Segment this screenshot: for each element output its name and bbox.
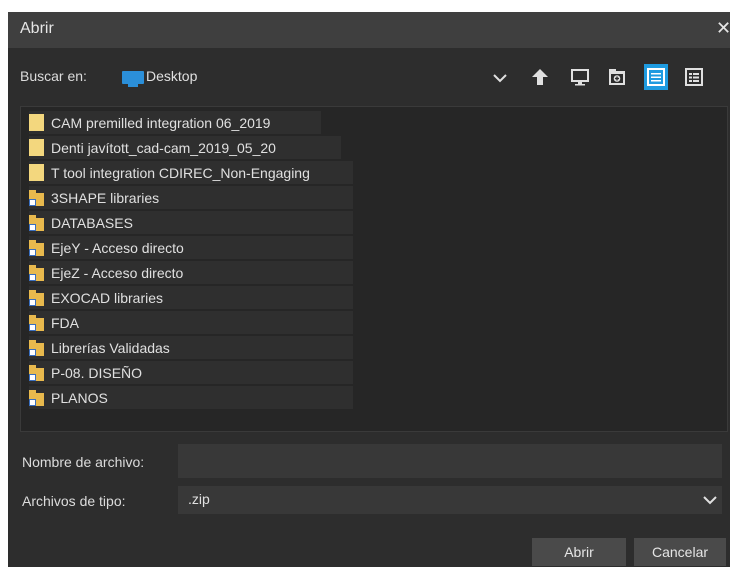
folder-shortcut-icon [29, 289, 45, 306]
list-item[interactable]: PLANOS [29, 386, 353, 409]
folder-shortcut-icon [29, 314, 45, 331]
dialog-title: Abrir [20, 20, 54, 37]
list-item-label: T tool integration CDIREC_Non-Engaging [51, 164, 310, 181]
chevron-down-icon[interactable] [702, 492, 718, 508]
cancel-button[interactable]: Cancelar [634, 538, 726, 566]
list-item-label: DATABASES [51, 214, 133, 231]
list-item[interactable]: CAM premilled integration 06_2019 [29, 111, 321, 134]
folder-shortcut-icon [29, 264, 45, 281]
list-item-label: CAM premilled integration 06_2019 [51, 114, 271, 131]
filename-input[interactable] [178, 444, 722, 478]
close-icon[interactable]: ✕ [716, 18, 730, 38]
folder-shortcut-icon [29, 189, 45, 206]
list-item-label: PLANOS [51, 389, 108, 406]
folder-icon [29, 139, 45, 156]
list-item[interactable]: EjeY - Acceso directo [29, 236, 353, 259]
list-item[interactable]: DATABASES [29, 211, 353, 234]
list-item[interactable]: EXOCAD libraries [29, 286, 353, 309]
list-item-label: EjeY - Acceso directo [51, 239, 184, 256]
folder-shortcut-icon [29, 339, 45, 356]
list-item-label: EXOCAD libraries [51, 289, 164, 306]
folder-shortcut-icon [29, 364, 45, 381]
folder-shortcut-icon [29, 389, 45, 406]
list-item[interactable]: Librerías Validadas [29, 336, 353, 359]
list-item[interactable]: FDA [29, 311, 353, 334]
chevron-down-icon[interactable] [492, 70, 508, 86]
list-item[interactable]: 3SHAPE libraries [29, 186, 353, 209]
list-item-label: FDA [51, 314, 79, 331]
filetype-label: Archivos de tipo: [22, 493, 126, 509]
list-item-label: Librerías Validadas [51, 339, 170, 356]
details-view-icon[interactable] [682, 64, 706, 90]
filename-label: Nombre de archivo: [22, 454, 145, 470]
folder-shortcut-icon [29, 214, 45, 231]
list-item[interactable]: P-08. DISEÑO [29, 361, 353, 384]
title-bar[interactable]: Abrir ✕ [8, 12, 730, 48]
look-in-value: Desktop [146, 68, 198, 84]
filetype-value: .zip [188, 491, 210, 507]
look-in-label: Buscar en: [20, 68, 87, 84]
file-list[interactable]: CAM premilled integration 06_2019 Denti … [20, 106, 728, 432]
list-item[interactable]: EjeZ - Acceso directo [29, 261, 353, 284]
folder-icon [29, 114, 45, 131]
look-in-combo[interactable]: Desktop [118, 64, 516, 90]
up-arrow-icon[interactable] [528, 64, 552, 90]
folder-shortcut-icon [29, 239, 45, 256]
open-button[interactable]: Abrir [532, 538, 626, 566]
list-item-label: P-08. DISEÑO [51, 364, 143, 381]
list-item[interactable]: Denti javított_cad-cam_2019_05_20 [29, 136, 341, 159]
desktop-folder-icon [122, 71, 144, 87]
new-folder-icon[interactable] [605, 64, 629, 90]
list-item[interactable]: T tool integration CDIREC_Non-Engaging [29, 161, 353, 184]
open-file-dialog: Abrir ✕ Buscar en: Desktop CAM premilled… [8, 12, 730, 567]
list-item-label: 3SHAPE libraries [51, 189, 160, 206]
list-item-label: EjeZ - Acceso directo [51, 264, 184, 281]
folder-icon [29, 164, 45, 181]
filetype-select[interactable]: .zip [178, 486, 722, 514]
list-item-label: Denti javított_cad-cam_2019_05_20 [51, 139, 276, 156]
desktop-icon[interactable] [568, 64, 592, 90]
list-view-icon[interactable] [644, 64, 668, 90]
